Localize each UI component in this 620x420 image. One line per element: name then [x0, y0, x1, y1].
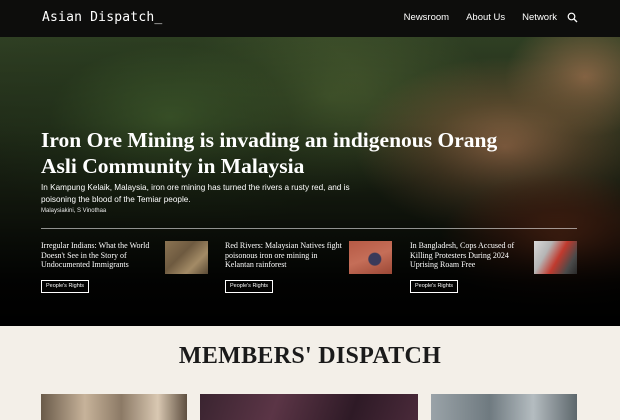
top-navigation-bar: Asian Dispatch_ Newsroom About Us Networ… [0, 0, 620, 37]
hero-summary: In Kampung Kelaik, Malaysia, iron ore mi… [41, 183, 350, 204]
category-tag[interactable]: People's Rights [410, 280, 459, 293]
nav-link-network[interactable]: Network [522, 12, 557, 23]
story-thumbnail[interactable] [349, 241, 392, 274]
search-icon[interactable] [567, 12, 578, 23]
story-title[interactable]: Irregular Indians: What the World Doesn'… [41, 241, 159, 270]
story-thumbnail[interactable] [534, 241, 577, 274]
story-thumbnail[interactable] [165, 241, 208, 274]
member-card-image[interactable] [41, 394, 187, 420]
main-nav: Newsroom About Us Network [387, 12, 578, 23]
member-card-image[interactable] [200, 394, 418, 420]
hero-divider [41, 228, 577, 229]
hero-byline: Malaysiakini, S Vinothaa [41, 208, 107, 214]
nav-link-about-us[interactable]: About Us [466, 12, 505, 23]
story-title[interactable]: In Bangladesh, Cops Accused of Killing P… [410, 241, 528, 270]
site-logo[interactable]: Asian Dispatch_ [42, 10, 162, 25]
member-card-image[interactable] [431, 394, 577, 420]
members-dispatch-heading: MEMBERS' DISPATCH [178, 343, 442, 369]
hero-feature: Iron Ore Mining is invading an indigenou… [0, 37, 620, 326]
category-tag[interactable]: People's Rights [41, 280, 90, 293]
nav-link-newsroom[interactable]: Newsroom [404, 12, 449, 23]
category-tag[interactable]: People's Rights [225, 280, 274, 293]
story-title[interactable]: Red Rivers: Malaysian Natives fight pois… [225, 241, 343, 270]
hero-headline[interactable]: Iron Ore Mining is invading an indigenou… [41, 127, 511, 179]
